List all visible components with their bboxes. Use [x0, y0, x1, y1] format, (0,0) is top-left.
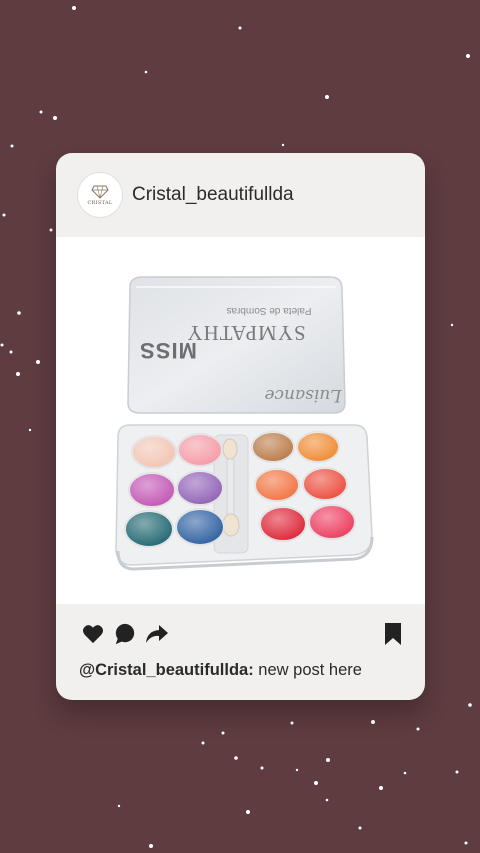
- diamond-logo-icon: [91, 185, 109, 199]
- post-image[interactable]: Paleta de Sombras SYMPATHY MISS Luisance: [56, 237, 425, 604]
- share-button[interactable]: [144, 622, 170, 646]
- instagram-post-card: CRISTAL Cristal_beautifullda Paleta de S…: [56, 153, 425, 700]
- sponge-applicator-bottom: [222, 513, 240, 537]
- comment-button[interactable]: [112, 622, 138, 646]
- share-icon: [146, 625, 168, 643]
- eyeshadow-palette-photo: Paleta de Sombras SYMPATHY MISS Luisance: [115, 276, 374, 571]
- product-brand: Luisance: [264, 385, 342, 405]
- post-username[interactable]: Cristal_beautifullda: [132, 184, 294, 206]
- product-title-line2: SYMPATHY: [186, 321, 305, 345]
- comment-icon: [115, 623, 135, 645]
- bookmark-icon: [385, 623, 401, 645]
- avatar-logo-text: CRISTAL: [87, 199, 113, 206]
- profile-avatar[interactable]: CRISTAL: [78, 173, 122, 217]
- product-subtitle: Paleta de Sombras: [226, 305, 311, 316]
- like-button[interactable]: [80, 622, 106, 646]
- caption-handle[interactable]: @Cristal_beautifullda:: [79, 661, 254, 679]
- caption-text: new post here: [253, 661, 362, 679]
- sponge-applicator-top: [222, 438, 238, 460]
- product-title-line1: MISS: [139, 338, 197, 363]
- post-caption: @Cristal_beautifullda: new post here: [79, 661, 362, 680]
- save-button[interactable]: [383, 622, 403, 646]
- heart-icon: [83, 625, 103, 644]
- post-header: CRISTAL Cristal_beautifullda: [56, 153, 425, 237]
- post-action-bar: @Cristal_beautifullda: new post here: [56, 604, 425, 700]
